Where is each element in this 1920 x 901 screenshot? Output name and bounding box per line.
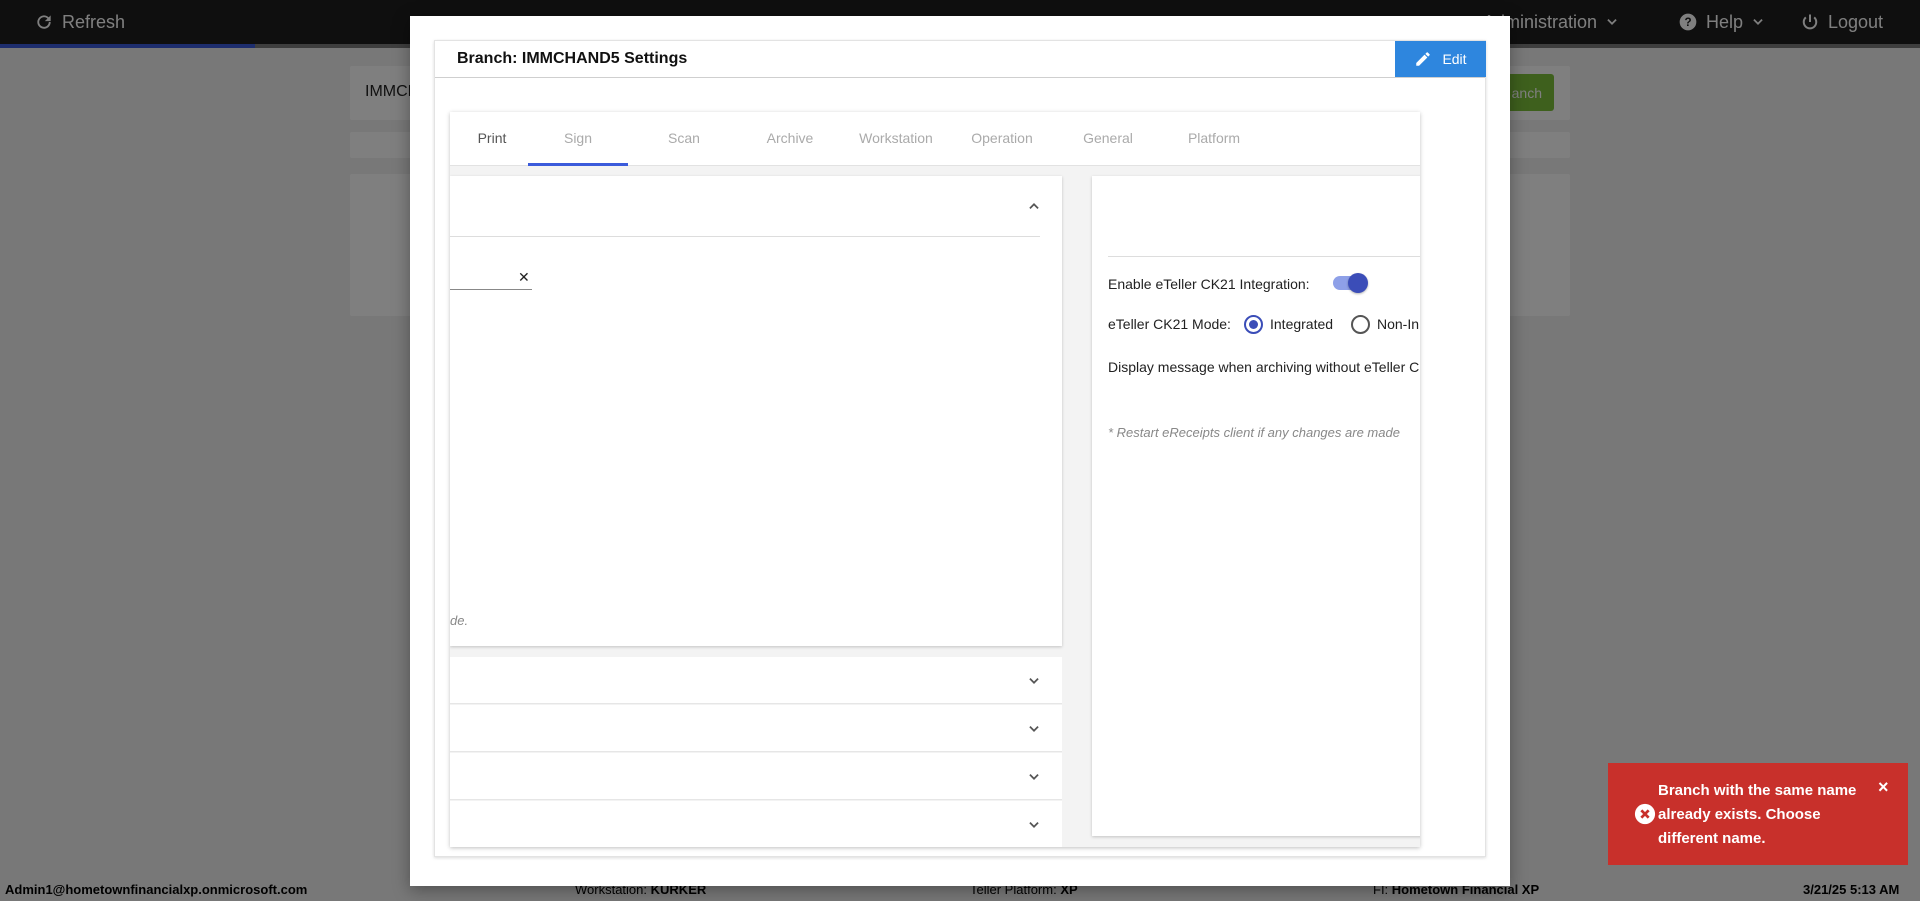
- tab-workstation[interactable]: Workstation: [846, 130, 946, 146]
- modal-content: Branch: IMMCHAND5 Settings Edit Print Si…: [434, 40, 1486, 857]
- settings-tabs: Print Sign Scan Archive Workstation Oper…: [450, 112, 1420, 166]
- display-message-label: Display message when archiving without e…: [1108, 359, 1420, 375]
- left-settings-card: ✕ de.: [450, 176, 1062, 646]
- mode-non-integrated-radio[interactable]: [1351, 315, 1370, 334]
- text-input-underline[interactable]: [450, 289, 532, 290]
- tab-platform[interactable]: Platform: [1164, 130, 1264, 146]
- chevron-down-icon: [1029, 678, 1039, 684]
- accordion-row[interactable]: [450, 705, 1062, 752]
- mode-label: eTeller CK21 Mode:: [1108, 316, 1231, 332]
- modal-title: Branch: IMMCHAND5 Settings: [457, 50, 688, 67]
- branch-settings-modal: Branch: IMMCHAND5 Settings Edit Print Si…: [410, 16, 1510, 886]
- mode-non-integrated-label: Non-In: [1377, 316, 1420, 332]
- pencil-icon: [1416, 52, 1431, 66]
- left-card-note: de.: [450, 613, 469, 628]
- accordion-row[interactable]: [450, 801, 1062, 847]
- accordion-row[interactable]: [450, 657, 1062, 704]
- status-datetime: 3/21/25 5:13 AM: [1803, 882, 1900, 897]
- modal-header: Branch: IMMCHAND5 Settings Edit: [435, 41, 1486, 78]
- error-icon: [1634, 803, 1656, 825]
- edit-button[interactable]: Edit: [1395, 41, 1486, 77]
- tab-archive[interactable]: Archive: [740, 130, 840, 146]
- enable-integration-label: Enable eTeller CK21 Integration:: [1108, 276, 1310, 292]
- eteller-settings-card: Enable eTeller CK21 Integration: eTeller…: [1092, 176, 1420, 836]
- edit-label: Edit: [1442, 51, 1467, 67]
- mode-integrated-radio[interactable]: [1244, 315, 1263, 334]
- error-toast: Branch with the same name already exists…: [1608, 763, 1908, 865]
- chevron-down-icon: [1029, 774, 1039, 780]
- tab-scan[interactable]: Scan: [634, 130, 734, 146]
- settings-panel: Print Sign Scan Archive Workstation Oper…: [450, 112, 1420, 847]
- clear-input-button[interactable]: ✕: [518, 269, 530, 286]
- tab-sign[interactable]: Sign: [528, 130, 628, 146]
- chevron-down-icon: [1029, 726, 1039, 732]
- mode-integrated-label: Integrated: [1270, 316, 1334, 332]
- active-tab-indicator: [528, 163, 628, 166]
- chevron-up-icon[interactable]: [1027, 199, 1041, 213]
- toast-close-button[interactable]: ×: [1878, 777, 1889, 798]
- toggle-knob[interactable]: [1348, 273, 1368, 293]
- chevron-down-icon: [1029, 822, 1039, 828]
- restart-note: * Restart eReceipts client if any change…: [1108, 425, 1400, 440]
- toast-message: Branch with the same name already exists…: [1658, 782, 1857, 847]
- card-header-divider: [450, 236, 1040, 237]
- tab-operation[interactable]: Operation: [952, 130, 1052, 146]
- accordion-row[interactable]: [450, 753, 1062, 800]
- status-user: Admin1@hometownfinancialxp.onmicrosoft.c…: [5, 882, 308, 897]
- card-header-divider: [1108, 256, 1420, 257]
- tab-general[interactable]: General: [1058, 130, 1158, 146]
